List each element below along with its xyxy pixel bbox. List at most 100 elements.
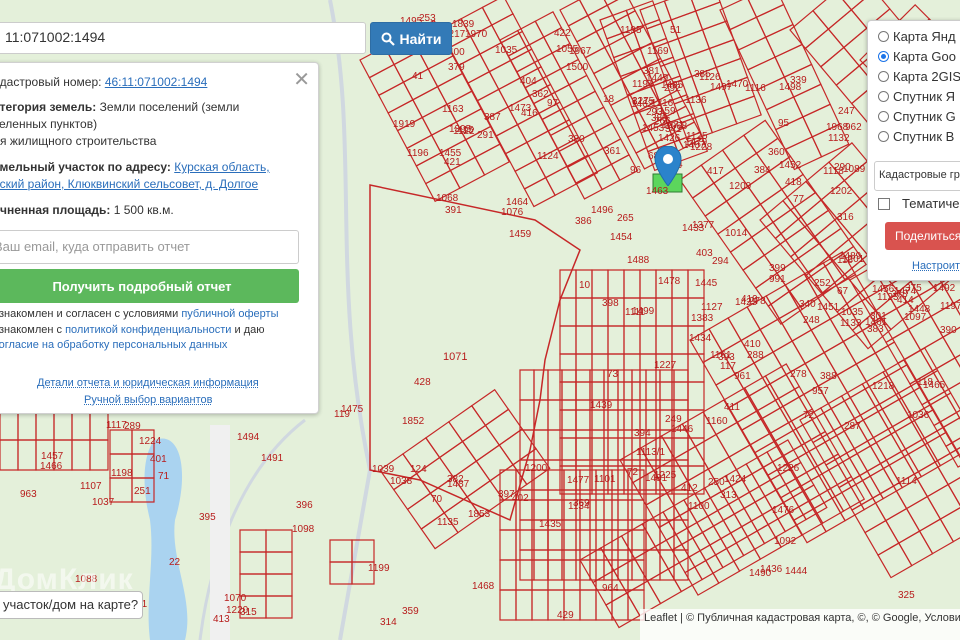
consent-text-2: ознакомлен с (0, 324, 65, 336)
parcel-number-label: 360 (768, 147, 785, 158)
parcel-number-label: 1113/1 (636, 447, 666, 458)
address-link-2[interactable]: рский район, Клюквинский сельсовет, д. Д… (0, 177, 258, 191)
land-category-value-2: селенных пунктов) (0, 116, 97, 133)
parcel-number-label: 421 (444, 157, 461, 168)
parcel-number-label: 1434 (689, 333, 712, 344)
layer-option[interactable]: Спутник B (878, 129, 954, 144)
parcel-number-label: 1101 (594, 474, 616, 485)
layer-option-label: Карта Goo (893, 49, 956, 64)
parcel-number-label: 417 (707, 166, 724, 177)
parcel-number-label: 1014 (725, 228, 748, 239)
parcel-number-label: 361 (604, 146, 621, 157)
parcel-number-label: 287 (844, 421, 861, 432)
parcel-number-label: 1133 (840, 318, 862, 329)
parcel-number-label: 248 (803, 315, 820, 326)
layer-radio[interactable] (878, 91, 889, 102)
parcel-number-label: 1383 (691, 313, 714, 324)
parcel-number-label: 411 (724, 402, 740, 413)
area-row: очненная площадь: 1 500 кв.м. (0, 202, 174, 219)
parcel-number-label: 251 (134, 486, 151, 497)
parcel-number-label: 265 (617, 213, 634, 224)
area-value: 1 500 кв.м. (114, 203, 174, 217)
parcel-number-label: 340 (799, 299, 816, 310)
search-input[interactable]: 11:071002:1494 (0, 22, 366, 54)
parcel-number-label: 403 (696, 248, 713, 259)
land-category-value-3: ля жилищного строительства (0, 133, 156, 150)
email-field[interactable]: Ваш email, куда отправить отчет (0, 230, 299, 264)
offer-link[interactable]: публичной оферты (181, 308, 278, 320)
cadastral-number-link[interactable]: 46:11:071002:1494 (105, 75, 208, 89)
address-link-1[interactable]: Курская область, (174, 160, 269, 174)
parcel-number-label: 22 (169, 557, 181, 568)
parcel-number-label: 991 (769, 274, 786, 285)
layer-option[interactable]: Спутник Я (878, 89, 955, 104)
parcel-number-label: 1200 (525, 463, 548, 474)
parcel-number-label: 118 (917, 377, 933, 388)
parcel-number-label: 313 (720, 490, 737, 501)
parcel-number-label: 1035 (495, 45, 518, 56)
parcel-number-label: 1197 (940, 301, 960, 312)
layer-option[interactable]: Карта Goo (878, 49, 956, 64)
parcel-number-label: 381 (643, 66, 660, 77)
parcel-number-label: 962 (845, 122, 862, 133)
parcel-number-label: 1122 (453, 126, 475, 137)
layer-option[interactable]: Спутник G (878, 109, 956, 124)
parcel-number-label: 1039 (372, 464, 395, 475)
parcel-number-label: 10 (579, 280, 591, 291)
layer-option[interactable]: Карта 2GIS (878, 69, 960, 84)
layer-radio[interactable] (878, 131, 889, 142)
layer-option-label: Спутник Я (893, 89, 955, 104)
thematic-checkbox[interactable] (878, 198, 890, 210)
get-report-button[interactable]: Получить подробный отчет (0, 269, 299, 303)
parcel-number-label: 1161 (710, 350, 732, 361)
thematic-checkbox-row[interactable]: Тематиче (878, 196, 960, 211)
parcel-number-label: 422 (554, 28, 571, 39)
parcel-number-label: 1135 (437, 517, 459, 528)
consent-link[interactable]: согласие на обработку персональных данны… (0, 339, 227, 351)
parcel-number-label: 1202 (830, 186, 853, 197)
parcel-number-label: 359 (402, 606, 419, 617)
parcel-number-label: 1098 (292, 524, 315, 535)
layer-radio[interactable] (878, 71, 889, 82)
parcel-number-label: 325 (898, 590, 915, 601)
map-marker-icon[interactable] (654, 146, 682, 186)
parcel-number-label: 1491 (261, 453, 284, 464)
parcel-number-label: 1107 (80, 481, 102, 492)
address-label: емельный участок по адресу: (0, 160, 171, 174)
parcel-number-label: 1478 (658, 276, 681, 287)
parcel-number-label: 70 (431, 494, 443, 505)
layer-option[interactable]: Карта Янд (878, 29, 956, 44)
share-button[interactable]: Поделиться (885, 222, 960, 250)
consent-line-2: ознакомлен с политикой конфиденциальност… (0, 323, 264, 338)
parcel-number-label: 1089 (843, 164, 866, 175)
layer-radio[interactable] (878, 51, 889, 62)
layer-option-label: Карта 2GIS (893, 69, 960, 84)
parcel-number-label: 1492 (933, 283, 956, 294)
parcel-number-label: 1377 (692, 220, 715, 231)
parcel-number-label: 71 (158, 471, 170, 482)
parcel-number-label: 401 (150, 454, 167, 465)
parcel-number-label: 1500 (566, 62, 589, 73)
layer-radio[interactable] (878, 31, 889, 42)
parcel-number-label: 1496 (591, 205, 614, 216)
cadastral-layer-select[interactable]: Кадастровые гра (874, 161, 960, 191)
parcel-number-label: 404 (520, 76, 537, 87)
parcel-number-label: 278 (749, 296, 766, 307)
details-link[interactable]: Детали отчета и юридическая информация (37, 377, 259, 389)
search-button[interactable]: Найти (370, 22, 452, 55)
parcel-number-label: 314 (380, 617, 397, 628)
close-icon[interactable]: ✕ (293, 67, 310, 92)
parcel-number-label: 388 (820, 371, 837, 382)
parcel-number-label: 384 (754, 165, 771, 176)
parcel-number-label: 1092 (774, 536, 797, 547)
parcel-number-label: 1169 (647, 46, 669, 57)
privacy-link[interactable]: политикой конфиденциальности (65, 324, 231, 336)
manual-select-link[interactable]: Ручной выбор вариантов (84, 394, 212, 406)
parcel-number-label: 247 (838, 106, 855, 117)
find-on-map-question[interactable]: участок/дом на карте? (0, 591, 143, 619)
parcel-number-label: 1035 (841, 307, 864, 318)
parcel-number-label: 1477 (567, 475, 590, 486)
parcel-number-label: 339 (790, 75, 807, 86)
layer-radio[interactable] (878, 111, 889, 122)
configure-link[interactable]: Настроит (912, 260, 960, 272)
